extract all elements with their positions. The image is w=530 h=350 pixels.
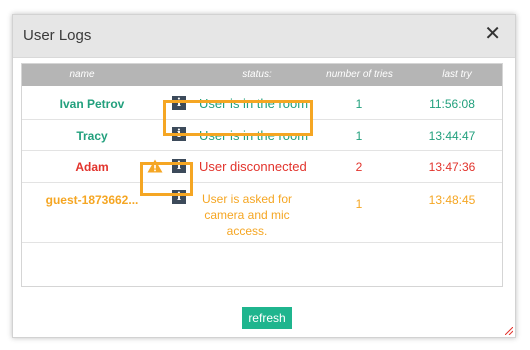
row-name: Ivan Petrov (59, 97, 125, 111)
table-header: name status: number of tries last try (22, 64, 502, 86)
row-name: Adam (75, 160, 109, 174)
table-row: Ivan Petrov i User is in the room 1 11:5… (22, 86, 502, 120)
row-name: Tracy (76, 129, 108, 143)
header-tries: number of tries (326, 69, 393, 80)
info-icon[interactable]: i (172, 159, 186, 173)
info-icon[interactable]: i (172, 127, 186, 141)
row-status: User disconnected (199, 159, 307, 174)
dialog-title: User Logs (23, 27, 92, 44)
header-last-try: last try (442, 69, 472, 80)
row-tries: 1 (355, 129, 363, 143)
table-row: guest-1873662... i User is asked for cam… (22, 182, 502, 243)
header-name: name (69, 69, 95, 80)
header-status: status: (242, 69, 272, 80)
logs-table: name status: number of tries last try Iv… (21, 63, 503, 287)
resize-handle-icon[interactable] (505, 327, 513, 335)
row-name: guest-1873662... (45, 193, 139, 207)
row-status: User is in the room (199, 96, 309, 111)
row-last-try: 13:44:47 (428, 129, 476, 143)
row-last-try: 13:47:36 (428, 160, 476, 174)
user-logs-dialog: User Logs ✕ name status: number of tries… (12, 14, 516, 338)
refresh-button[interactable]: refresh (242, 307, 292, 329)
row-tries: 1 (355, 197, 363, 211)
table-row: Adam i User disconnected 2 13:47:36 (22, 150, 502, 183)
dialog-titlebar: User Logs ✕ (13, 15, 515, 58)
row-status: User is in the room (199, 128, 309, 143)
info-icon[interactable]: i (172, 190, 186, 204)
row-last-try: 13:48:45 (428, 193, 476, 207)
row-status: User is asked for camera and mic access. (201, 192, 293, 238)
info-icon[interactable]: i (172, 96, 186, 110)
row-tries: 2 (355, 160, 363, 174)
close-icon[interactable]: ✕ (484, 24, 501, 44)
table-row: Tracy i User is in the room 1 13:44:47 (22, 119, 502, 151)
row-last-try: 11:56:08 (429, 97, 475, 111)
warning-icon (147, 159, 163, 173)
row-tries: 1 (355, 97, 363, 111)
